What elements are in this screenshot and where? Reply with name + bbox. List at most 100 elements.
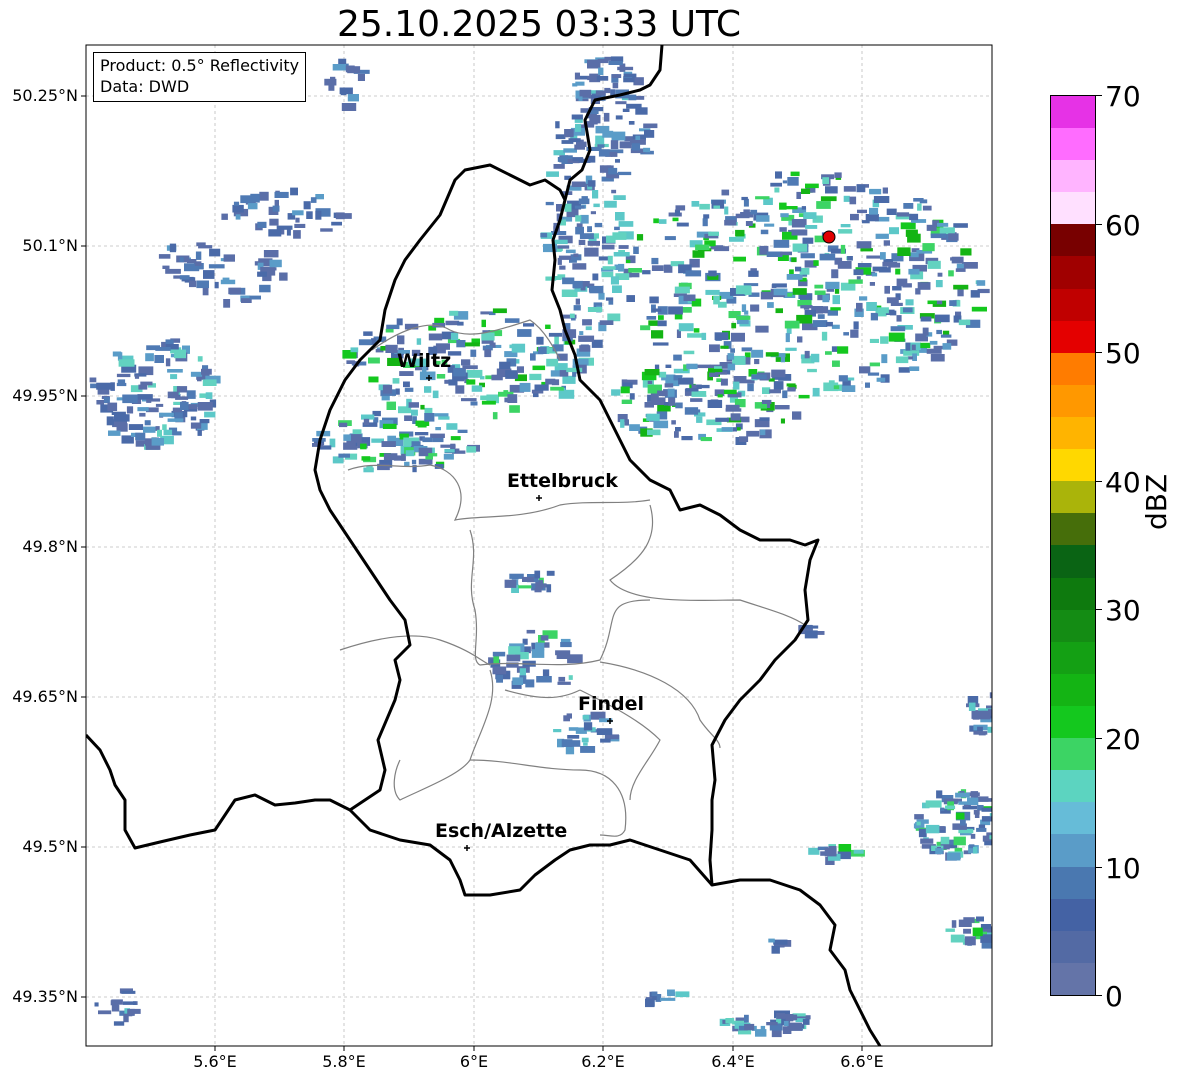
radar-echo-cell [172,431,182,436]
radar-echo-cell [199,419,210,424]
radar-echo-cell [584,247,599,257]
radar-echo-cell [579,345,591,352]
lat-tick-label: 49.35°N [12,987,78,1006]
radar-echo-cell [610,276,619,285]
radar-echo-cell [151,437,164,446]
radar-echo-cell [386,401,396,410]
radar-echo-cell [635,107,648,115]
radar-echo-cell [450,443,456,450]
radar-echo-cell [667,388,675,397]
radar-echo-cell [571,114,583,120]
radar-echo-cell [866,302,877,311]
radar-echo-cell [675,402,683,409]
radar-echo-cell [665,364,672,368]
radar-echo-cell [765,352,779,357]
city-label-findel: Findel [578,693,645,715]
radar-echo-cell [263,250,279,258]
radar-echo-cell [430,433,445,438]
radar-echo-cell [565,746,575,755]
radar-echo-cell [955,268,966,272]
radar-echo-cell [640,325,651,331]
radar-echo-cell [583,742,588,746]
radar-echo-cell [658,371,667,378]
radar-echo-cell [790,171,800,177]
radar-echo-cell [937,222,949,227]
colorbar-tick-mark [1096,481,1102,482]
radar-echo-cell [668,397,676,406]
radar-echo-cell [770,182,782,187]
radar-echo-cell [882,187,888,194]
radar-echo-cell [787,177,799,186]
radar-echo-cell [592,273,599,281]
radar-echo-cell [812,387,820,397]
radar-echo-cell [257,271,267,277]
radar-echo-cell [687,333,702,338]
radar-echo-cell [593,203,600,208]
radar-echo-cell [626,295,635,302]
radar-echo-cell [735,229,745,237]
radar-echo-cell [732,427,737,432]
radar-echo-cell [345,65,355,73]
city-label-ettelbruck: Ettelbruck [507,470,618,492]
colorbar-segment [1051,898,1095,931]
radar-echo-cell [955,792,970,798]
radar-echo-cell [859,366,871,374]
radar-echo-cell [675,205,686,211]
radar-echo-cell [976,916,984,922]
radar-echo-cell [419,371,436,381]
radar-echo-cell [623,73,637,78]
radar-echo-cell [971,306,987,312]
radar-echo-cell [652,342,669,346]
radar-echo-cell [396,318,403,326]
radar-echo-cell [926,348,942,354]
radar-echo-cell [774,405,790,410]
radar-echo-cell [644,402,654,408]
radar-echo-cell [802,237,814,244]
radar-echo-cell [540,635,549,641]
radar-echo-cell [580,746,596,753]
radar-echo-cell [940,836,950,845]
radar-echo-cell [121,990,136,994]
radar-echo-cell [534,588,542,593]
radar-echo-cell [492,666,507,675]
radar-echo-cell [631,143,641,151]
colorbar-segment [1051,770,1095,803]
radar-echo-cell [341,103,357,111]
radar-echo-cell [202,365,209,369]
radar-echo-cell [484,349,492,358]
radar-echo-cell [786,274,803,280]
radar-echo-cell [208,264,225,269]
radar-echo-cell [113,1021,125,1026]
radar-echo-cell [785,347,797,351]
radar-echo-cell [724,206,729,215]
radar-echo-cell [751,374,767,380]
radar-echo-cell [530,353,536,361]
colorbar-segment [1051,513,1095,546]
radar-echo-cell [519,668,526,676]
radar-echo-cell [223,299,231,308]
radar-echo-cell [708,231,719,236]
radar-echo-cell [610,140,619,150]
radar-echo-cell [903,203,914,209]
radar-echo-cell [895,356,909,364]
radar-echo-cell [822,294,830,303]
radar-echo-cell [869,282,875,286]
radar-echo-cell [509,405,520,413]
radar-echo-cell [555,121,560,129]
radar-echo-cell [174,411,183,420]
radar-echo-cell [683,350,695,355]
lat-tick-label: 50.25°N [12,86,78,105]
radar-echo-cell [760,429,766,436]
radar-echo-cell [162,265,170,269]
radar-echo-cell [154,355,164,363]
radar-echo-cell [128,424,144,430]
radar-echo-cell [587,240,600,246]
radar-echo-cell [620,419,625,428]
radar-echo-cell [909,366,920,371]
radar-echo-cell [920,838,934,844]
radar-echo-cell [907,356,913,360]
lat-tick-label: 50.1°N [22,236,78,255]
radar-echo-cell [840,282,856,291]
radar-echo-cell [306,211,313,219]
radar-echo-cell [310,197,317,203]
